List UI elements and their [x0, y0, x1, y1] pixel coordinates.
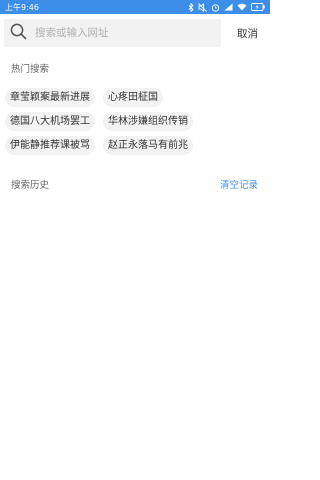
hot-search-tag[interactable]: 华林涉嫌组织传销: [103, 112, 193, 131]
hot-search-tag[interactable]: 心疼田柾国: [103, 88, 163, 107]
hot-search-tag[interactable]: 德国八大机场罢工: [5, 112, 95, 131]
search-history-header: 搜索历史 清空记录: [0, 176, 270, 192]
hot-search-tags: 章莹颖案最新进展 心疼田柾国 德国八大机场罢工 华林涉嫌组织传销 伊能静推荐课被…: [0, 88, 270, 155]
search-history-title: 搜索历史: [11, 180, 50, 191]
alarm-icon: [211, 3, 220, 12]
hot-search-title: 热门搜索: [11, 64, 50, 75]
wifi-icon: [237, 3, 247, 11]
cancel-button[interactable]: 取消: [237, 26, 264, 41]
clear-history-button[interactable]: 清空记录: [220, 177, 258, 191]
hot-search-tag[interactable]: 伊能静推荐课被骂: [5, 136, 95, 155]
hot-search-tag[interactable]: 章莹颖案最新进展: [5, 88, 95, 107]
mute-icon: [198, 2, 207, 12]
search-box[interactable]: [4, 19, 221, 47]
hot-search-tag[interactable]: 赵正永落马有前兆: [103, 136, 193, 155]
battery-charging-icon: [251, 3, 265, 11]
search-bar: 取消: [0, 14, 270, 52]
signal-icon: [224, 3, 233, 11]
search-input[interactable]: [35, 27, 205, 39]
status-icons: [188, 2, 265, 12]
status-time: 上午9:46: [5, 2, 39, 12]
bluetooth-icon: [188, 2, 194, 12]
status-bar: 上午9:46: [0, 0, 270, 14]
search-icon: [10, 23, 27, 44]
